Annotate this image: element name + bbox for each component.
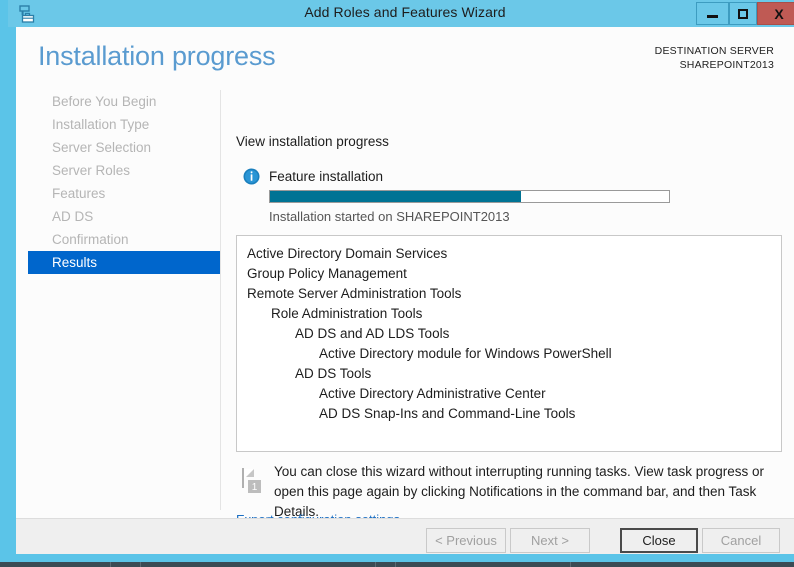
info-icon (243, 168, 260, 185)
next-button[interactable]: Next > (510, 528, 590, 553)
result-item: Active Directory Domain Services (247, 246, 448, 261)
sidebar-item-server-selection[interactable]: Server Selection (28, 136, 220, 159)
feature-installation-label: Feature installation (269, 169, 384, 184)
result-item: Group Policy Management (247, 266, 407, 281)
progress-status-text: Installation started on SHAREPOINT2013 (269, 209, 510, 224)
main-content: View installation progress Feature insta… (221, 90, 794, 527)
footer-bar: < Previous Next > Close Cancel (16, 519, 794, 554)
sidebar-item-ad-ds[interactable]: AD DS (28, 205, 220, 228)
cancel-button[interactable]: Cancel (702, 528, 780, 553)
wizard-steps-nav: Before You Begin Installation Type Server … (16, 90, 220, 510)
taskbar-tick (570, 562, 571, 567)
sidebar-item-features[interactable]: Features (28, 182, 220, 205)
results-list: Active Directory Domain Services Group Po… (237, 236, 781, 424)
result-item: Active Directory Administrative Center (319, 386, 546, 401)
wizard-window: Add Roles and Features Wizard X Installa… (0, 0, 794, 560)
maximize-icon (738, 8, 748, 19)
wizard-page: Installation progress DESTINATION SERVER… (16, 27, 794, 554)
sidebar-item-server-roles[interactable]: Server Roles (28, 159, 220, 182)
taskbar-tick (140, 562, 141, 567)
previous-button[interactable]: < Previous (426, 528, 506, 553)
taskbar-tick (375, 562, 376, 567)
page-title: Installation progress (38, 41, 276, 71)
sidebar-item-results[interactable]: Results (28, 251, 220, 274)
minimize-icon (707, 14, 718, 18)
desktop-background: Add Roles and Features Wizard X Installa… (0, 0, 794, 567)
installation-progress-bar (269, 190, 670, 203)
results-listbox[interactable]: Active Directory Domain Services Group Po… (236, 235, 782, 452)
sidebar-item-before-you-begin[interactable]: Before You Begin (28, 90, 220, 113)
destination-server-info: DESTINATION SERVER SHAREPOINT2013 (655, 44, 774, 72)
taskbar-tick (110, 562, 111, 567)
sidebar-item-installation-type[interactable]: Installation Type (28, 113, 220, 136)
view-progress-label: View installation progress (236, 134, 389, 149)
result-item: AD DS Tools (295, 366, 372, 381)
close-button[interactable]: Close (620, 528, 698, 553)
sidebar-item-confirmation[interactable]: Confirmation (28, 228, 220, 251)
window-title: Add Roles and Features Wizard (304, 4, 506, 20)
maximize-button[interactable] (729, 2, 757, 25)
minimize-button[interactable] (696, 2, 729, 25)
close-window-button[interactable]: X (757, 2, 794, 25)
result-item: AD DS and AD LDS Tools (295, 326, 450, 341)
page-header: Installation progress DESTINATION SERVER… (16, 27, 794, 90)
progress-bar-fill (270, 191, 522, 202)
result-item: Remote Server Administration Tools (247, 286, 462, 301)
taskbar-tick (395, 562, 396, 567)
taskbar[interactable] (0, 562, 794, 567)
destination-server-label: DESTINATION SERVER (654, 45, 774, 57)
title-bar: Add Roles and Features Wizard X (8, 0, 794, 27)
notification-flag-icon: 1 (239, 466, 267, 496)
destination-server-name: SHAREPOINT2013 (679, 59, 774, 71)
result-item: AD DS Snap-Ins and Command-Line Tools (319, 406, 576, 421)
result-item: Active Directory module for Windows Powe… (319, 346, 612, 361)
svg-text:1: 1 (252, 482, 258, 493)
result-item: Role Administration Tools (271, 306, 423, 321)
